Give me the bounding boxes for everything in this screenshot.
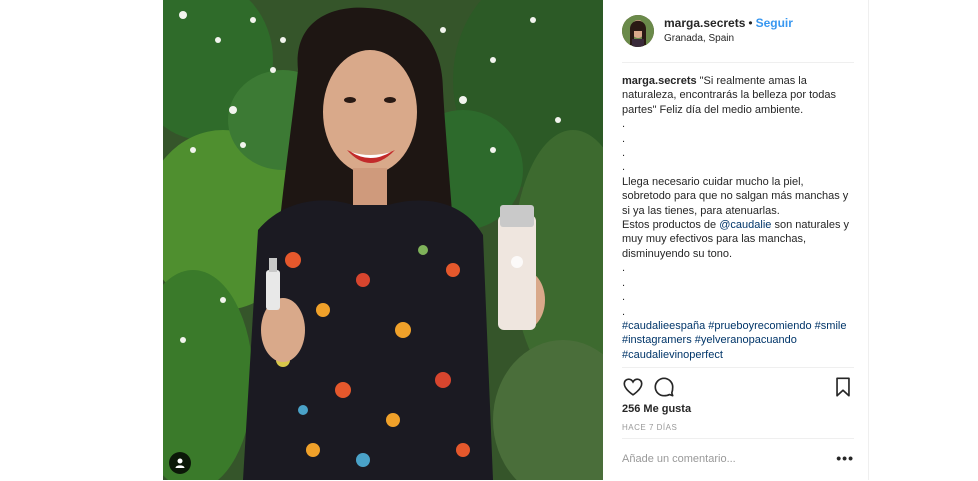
post-photo[interactable] — [163, 0, 603, 480]
location-link[interactable]: Granada, Spain — [664, 33, 734, 44]
caption-dot: . — [622, 132, 626, 145]
caption-dot: . — [622, 118, 626, 131]
mention-link[interactable]: @caudalie — [719, 219, 771, 231]
user-tag-icon[interactable] — [169, 452, 191, 474]
hashtag-link[interactable]: #instagramers — [622, 334, 692, 346]
post-header: marga.secrets • Seguir Granada, Spain — [622, 10, 854, 63]
caption-paragraph-1: Llega necesario cuidar mucho la piel, so… — [622, 175, 849, 217]
caption-dot: . — [622, 147, 626, 160]
like-count[interactable]: 256 Me gusta — [622, 403, 691, 415]
hashtag-link[interactable]: #prueboyrecomiendo — [708, 320, 811, 332]
bookmark-icon[interactable] — [832, 376, 854, 398]
heart-icon[interactable] — [622, 376, 644, 398]
caption-username[interactable]: marga.secrets — [622, 75, 697, 87]
post-caption: marga.secrets "Si realmente amas la natur… — [622, 74, 854, 366]
caption-dot: . — [622, 262, 626, 275]
hashtag-link[interactable]: #smile — [815, 320, 847, 332]
caption-paragraph-2-start: Estos productos de — [622, 219, 720, 232]
caption-dot: . — [622, 291, 626, 304]
comment-input[interactable] — [622, 453, 822, 465]
user-line: marga.secrets • Seguir — [664, 16, 793, 30]
post-actions — [622, 367, 854, 404]
comment-icon[interactable] — [653, 376, 675, 398]
post-photo-image — [163, 0, 603, 480]
header-username[interactable]: marga.secrets — [664, 16, 745, 30]
more-options-icon[interactable]: ••• — [836, 451, 854, 465]
caption-dot: . — [622, 161, 626, 174]
comment-bar: ••• — [622, 438, 854, 481]
avatar[interactable] — [622, 15, 654, 47]
hashtag-link[interactable]: #yelveranopacuando — [695, 334, 797, 346]
separator-dot: • — [748, 16, 753, 30]
caption-dot: . — [622, 305, 626, 318]
hashtag-link[interactable]: #caudalievinoperfect — [622, 349, 723, 361]
hashtag-link[interactable]: #caudalieespaña — [622, 320, 705, 332]
follow-button[interactable]: Seguir — [756, 16, 793, 30]
post-timestamp[interactable]: HACE 7 DÍAS — [622, 423, 677, 432]
post-details-panel: marga.secrets • Seguir Granada, Spain marg… — [603, 0, 869, 480]
caption-dot: . — [622, 276, 626, 289]
